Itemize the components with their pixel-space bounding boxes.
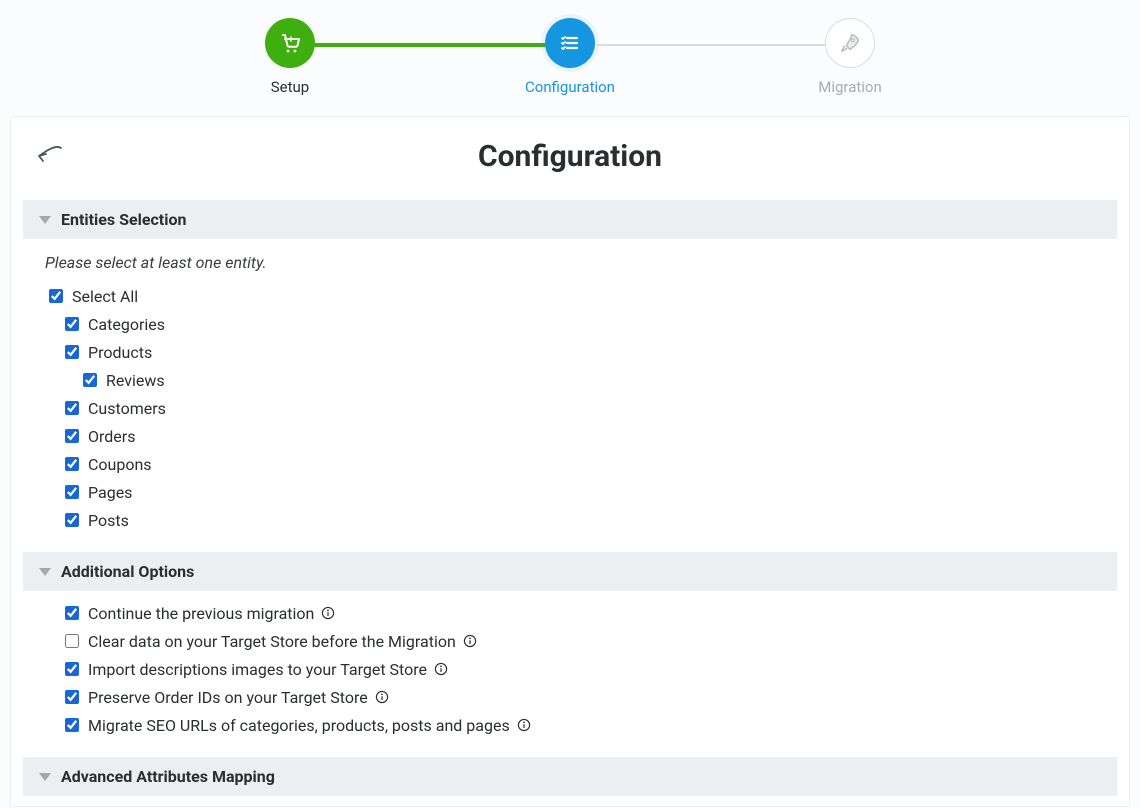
chevron-down-icon — [39, 216, 51, 224]
advanced-section-toggle[interactable]: Advanced Attributes Mapping — [23, 757, 1117, 796]
info-icon[interactable] — [320, 605, 336, 621]
list-icon — [545, 18, 595, 68]
entity-label: Posts — [88, 511, 129, 530]
entity-reviews[interactable]: Reviews — [79, 366, 1095, 394]
entity-label: Orders — [88, 427, 135, 446]
checkbox[interactable] — [65, 606, 79, 620]
chevron-down-icon — [39, 568, 51, 576]
entities-section-toggle[interactable]: Entities Selection — [23, 200, 1117, 239]
advanced-section-title: Advanced Attributes Mapping — [61, 767, 275, 786]
cart-icon — [265, 18, 315, 68]
info-icon[interactable] — [462, 633, 478, 649]
back-button[interactable] — [35, 143, 65, 167]
entity-products[interactable]: Products — [61, 338, 1095, 366]
step-setup[interactable]: Setup — [150, 18, 430, 96]
option-label: Migrate SEO URLs of categories, products… — [88, 716, 510, 735]
entity-label: Categories — [88, 315, 165, 334]
option-row[interactable]: Clear data on your Target Store before t… — [61, 627, 1095, 655]
step-configuration-label: Configuration — [525, 78, 615, 96]
rocket-icon — [825, 18, 875, 68]
step-setup-label: Setup — [271, 78, 309, 96]
checkbox[interactable] — [83, 373, 97, 387]
entity-pages[interactable]: Pages — [61, 478, 1095, 506]
entity-label: Reviews — [106, 371, 165, 390]
configuration-card: Configuration Entities Selection Please … — [10, 116, 1130, 807]
option-row[interactable]: Migrate SEO URLs of categories, products… — [61, 711, 1095, 739]
step-migration[interactable]: Migration — [710, 18, 990, 96]
entity-select-all[interactable]: Select All — [45, 282, 1095, 310]
advanced-section: Advanced Attributes Mapping — [11, 757, 1129, 796]
info-icon[interactable] — [374, 689, 390, 705]
entity-posts[interactable]: Posts — [61, 506, 1095, 534]
page-title: Configuration — [65, 135, 1075, 174]
entities-hint: Please select at least one entity. — [45, 253, 1095, 272]
checkbox[interactable] — [65, 485, 79, 499]
checkbox[interactable] — [65, 345, 79, 359]
entity-label: Products — [88, 343, 152, 362]
option-label: Import descriptions images to your Targe… — [88, 660, 427, 679]
entities-section-title: Entities Selection — [61, 210, 186, 229]
chevron-down-icon — [39, 773, 51, 781]
checkbox[interactable] — [65, 513, 79, 527]
entity-customers[interactable]: Customers — [61, 394, 1095, 422]
checkbox[interactable] — [65, 317, 79, 331]
options-section: Additional Options Continue the previous… — [11, 552, 1129, 739]
option-row[interactable]: Continue the previous migration — [61, 599, 1095, 627]
entity-categories[interactable]: Categories — [61, 310, 1095, 338]
step-migration-label: Migration — [818, 78, 882, 96]
checkbox[interactable] — [65, 429, 79, 443]
option-label: Continue the previous migration — [88, 604, 314, 623]
option-row[interactable]: Import descriptions images to your Targe… — [61, 655, 1095, 683]
checkbox[interactable] — [65, 718, 79, 732]
checkbox[interactable] — [65, 634, 79, 648]
info-icon[interactable] — [516, 717, 532, 733]
stepper: Setup Configuration Migration — [0, 0, 1140, 98]
entity-orders[interactable]: Orders — [61, 422, 1095, 450]
entities-section: Entities Selection Please select at leas… — [11, 200, 1129, 534]
checkbox[interactable] — [65, 690, 79, 704]
checkbox[interactable] — [65, 457, 79, 471]
options-section-toggle[interactable]: Additional Options — [23, 552, 1117, 591]
option-label: Preserve Order IDs on your Target Store — [88, 688, 368, 707]
option-row[interactable]: Preserve Order IDs on your Target Store — [61, 683, 1095, 711]
entity-label: Select All — [72, 287, 138, 306]
option-label: Clear data on your Target Store before t… — [88, 632, 456, 651]
entity-label: Customers — [88, 399, 166, 418]
checkbox[interactable] — [65, 662, 79, 676]
checkbox[interactable] — [65, 401, 79, 415]
options-section-title: Additional Options — [61, 562, 194, 581]
checkbox-select-all[interactable] — [49, 289, 63, 303]
entity-label: Pages — [88, 483, 132, 502]
step-configuration[interactable]: Configuration — [430, 18, 710, 96]
entity-label: Coupons — [88, 455, 152, 474]
info-icon[interactable] — [433, 661, 449, 677]
entity-coupons[interactable]: Coupons — [61, 450, 1095, 478]
